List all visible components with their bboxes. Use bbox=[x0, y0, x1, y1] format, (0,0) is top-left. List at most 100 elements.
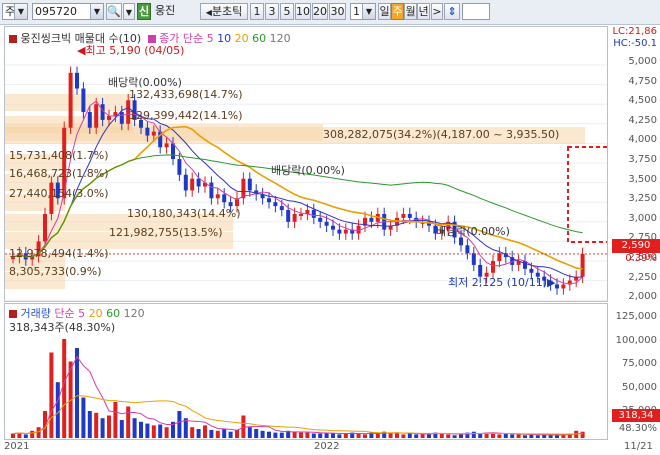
dividend-label: 배당락(0.00%) bbox=[108, 76, 182, 89]
candle-body bbox=[247, 178, 252, 191]
price-axis[interactable]: LC:21,86 HC:-50.1 5,000 4,750 4,500 4,250 4,… bbox=[608, 26, 660, 302]
view-week-button[interactable]: 주 bbox=[391, 3, 404, 20]
candle-body bbox=[87, 112, 92, 128]
chevron-right-icon: > bbox=[432, 5, 442, 18]
candle-body bbox=[107, 115, 111, 120]
price-tick-label: 3,750 bbox=[628, 154, 657, 165]
volume-chart-pane[interactable]: 거래량 단순 5 20 60 120 318,343주(48.30%) bbox=[4, 303, 608, 440]
current-volume-pct: 48.30% bbox=[618, 423, 657, 434]
volume-bar bbox=[215, 430, 220, 438]
stock-code-input[interactable]: 095720 ▼ bbox=[32, 3, 104, 20]
hc-label: HC:-50.1 bbox=[613, 38, 657, 49]
volume-bar bbox=[363, 434, 367, 438]
candle-body bbox=[81, 88, 86, 113]
search-button[interactable]: 🔍 bbox=[106, 3, 122, 20]
price-tick-label: 4,750 bbox=[628, 75, 657, 87]
price-tick-label: 4,250 bbox=[628, 114, 657, 126]
ma-5-label: 5 bbox=[206, 32, 214, 45]
arrow-right-icon: ▶ bbox=[547, 276, 556, 289]
candle-body bbox=[343, 229, 348, 234]
candle-body bbox=[286, 210, 291, 222]
market-select[interactable]: 주 ▼ bbox=[2, 3, 28, 20]
view-year-button[interactable]: 년 bbox=[417, 3, 430, 20]
volume-bar bbox=[318, 433, 323, 438]
stock-code-value: 095720 bbox=[35, 5, 77, 18]
candle-body bbox=[215, 194, 220, 199]
candle-body bbox=[580, 253, 585, 277]
dividend-label: 배당락(0.00%) bbox=[436, 225, 510, 238]
ma-120-label: 120 bbox=[269, 32, 291, 45]
volume-bar bbox=[126, 406, 131, 438]
volume-bar bbox=[222, 429, 227, 438]
volume-bar bbox=[305, 432, 310, 438]
candle-body bbox=[145, 127, 150, 136]
credit-badge: 신 bbox=[137, 3, 151, 20]
volume-bar bbox=[427, 434, 431, 438]
price-tick-label: 3,000 bbox=[628, 212, 657, 224]
stock-name: 웅진 bbox=[153, 3, 197, 20]
volume-bar bbox=[75, 348, 79, 438]
volume-bar bbox=[523, 435, 527, 438]
candle-body bbox=[267, 198, 271, 203]
x-label-2021: 2021 bbox=[4, 441, 30, 452]
candle-body bbox=[561, 284, 566, 289]
volume-bar bbox=[459, 434, 463, 438]
price-tick-label: 2,000 bbox=[628, 291, 657, 302]
ma-20-label: 20 bbox=[234, 32, 249, 45]
volume-bar bbox=[452, 435, 457, 438]
updown-arrow-icon: ⇕ bbox=[447, 5, 457, 18]
candle-body bbox=[331, 225, 335, 230]
volume-bar bbox=[395, 433, 399, 438]
candle-body bbox=[401, 213, 406, 218]
volume-bar bbox=[497, 434, 502, 438]
view-label: 년 bbox=[418, 5, 429, 18]
volume-bar bbox=[555, 435, 559, 438]
scale-toggle-button[interactable]: ⇕ bbox=[444, 3, 460, 20]
selection-box bbox=[567, 146, 607, 243]
candle-body bbox=[471, 253, 476, 265]
candle-body bbox=[311, 210, 316, 218]
candle-body bbox=[228, 202, 233, 207]
volume-bar bbox=[11, 433, 15, 438]
period-button-1[interactable]: 1 bbox=[250, 3, 264, 20]
period-button-30[interactable]: 30 bbox=[329, 3, 346, 20]
period-label: 3 bbox=[268, 5, 276, 18]
volume-bar bbox=[331, 433, 335, 438]
volume-bar bbox=[107, 415, 111, 438]
volume-axis[interactable]: 125,000100,00075,00050,00025,000 318,34 … bbox=[608, 303, 660, 440]
candle-body bbox=[164, 143, 169, 148]
vol-ma-120-label: 120 bbox=[123, 307, 145, 320]
period-button-20[interactable]: 20 bbox=[312, 3, 328, 20]
candle-body bbox=[177, 159, 182, 175]
extra-input[interactable] bbox=[462, 3, 490, 20]
period-type-button[interactable]: ◀분초틱 bbox=[200, 3, 248, 20]
volume-bar bbox=[23, 434, 28, 438]
period-button-10[interactable]: 10 bbox=[295, 3, 311, 20]
period-button-5[interactable]: 5 bbox=[280, 3, 294, 20]
candle-body bbox=[151, 131, 156, 136]
volume-tick-label: 100,000 bbox=[615, 334, 657, 346]
price-chart-pane[interactable]: 웅진씽크빅 매물대 수(10) 종가 단순 5 10 20 60 120 132… bbox=[4, 26, 608, 302]
volume-bar bbox=[100, 418, 105, 438]
volume-bar bbox=[254, 429, 259, 438]
view-day-button[interactable]: 일 bbox=[378, 3, 391, 20]
volume-bar bbox=[119, 420, 124, 438]
nav-next-button[interactable]: > bbox=[431, 3, 443, 20]
volume-bar bbox=[510, 434, 515, 438]
profile-label: 12,978,494(1.4%) bbox=[9, 247, 109, 260]
volume-bar bbox=[311, 433, 316, 438]
period-type-label: 분초틱 bbox=[211, 5, 243, 18]
credit-badge-text: 신 bbox=[138, 5, 150, 18]
volume-top-label: 318,343주(48.30%) bbox=[9, 321, 116, 334]
volume-bar bbox=[81, 397, 86, 438]
interval-select[interactable]: 1 ▼ bbox=[350, 3, 376, 20]
current-price-text: 2,590 bbox=[621, 240, 651, 251]
period-button-3[interactable]: 3 bbox=[265, 3, 279, 20]
volume-bar bbox=[535, 435, 540, 438]
search-option-button[interactable]: ▼ bbox=[123, 3, 135, 20]
candle-body bbox=[299, 213, 303, 216]
view-month-button[interactable]: 월 bbox=[404, 3, 417, 20]
period-label: 5 bbox=[283, 5, 291, 18]
candle-body bbox=[209, 182, 214, 199]
volume-bar bbox=[177, 411, 182, 438]
